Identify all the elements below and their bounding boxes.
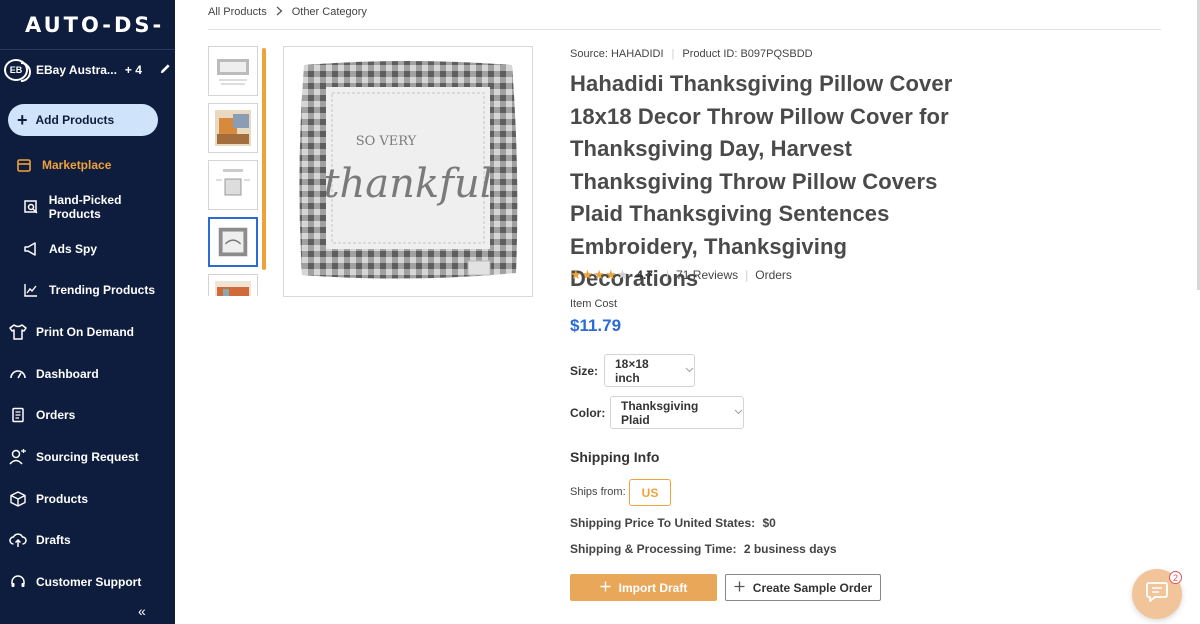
shipping-time: Shipping & Processing Time: 2 business d… — [570, 542, 837, 556]
sidebar-item-label: Sourcing Request — [36, 450, 139, 464]
shipping-time-label: Shipping & Processing Time: — [570, 542, 737, 556]
chevron-right-icon — [276, 5, 283, 19]
product-id: Product ID: B097PQSBDD — [682, 48, 813, 60]
sidebar-item-label: Trending Products — [49, 283, 156, 297]
megaphone-icon — [22, 240, 40, 258]
separator: | — [665, 268, 670, 282]
color-label: Color: — [570, 406, 606, 420]
import-draft-label: Import Draft — [618, 580, 688, 595]
sidebar-item-label: Hand-Picked Products — [48, 193, 122, 221]
store-selector[interactable]: EB EBay Austra... + 4 — [0, 50, 175, 90]
trend-chart-icon — [22, 281, 40, 299]
chat-icon — [1145, 581, 1169, 608]
image-text-small: SO VERY — [356, 134, 417, 149]
thumbnail-scrollbar[interactable] — [262, 48, 266, 270]
size-select[interactable]: 18×18 inch — [604, 354, 695, 387]
sidebar-item-customer-support[interactable]: Customer Support — [0, 567, 175, 597]
plus-icon — [600, 581, 611, 595]
sidebar-item-orders[interactable]: Orders — [0, 400, 175, 430]
ebay-store-icon: EB — [4, 59, 28, 81]
product-title: Hahadidi Thanksgiving Pillow Cover 18x18… — [570, 71, 953, 291]
box-icon — [9, 490, 27, 508]
breadcrumb: All Products Other Category — [208, 5, 367, 19]
store-icon — [15, 156, 33, 174]
image-text-big: thankful — [323, 161, 492, 207]
collapse-sidebar-icon[interactable]: « — [138, 603, 146, 619]
chat-badge: 2 — [1169, 571, 1182, 584]
shipping-info-heading: Shipping Info — [570, 449, 660, 465]
sidebar-item-ads-spy[interactable]: Ads Spy — [0, 234, 175, 264]
chevron-down-icon — [734, 407, 743, 418]
pencil-icon[interactable] — [160, 63, 171, 77]
sidebar-item-print-on-demand[interactable]: Print On Demand — [0, 317, 175, 347]
orders-count: Orders — [755, 268, 792, 282]
sidebar-item-marketplace[interactable]: Marketplace — [0, 150, 175, 180]
separator: | — [671, 48, 675, 60]
star-rating-icon: ★★★★★ — [570, 267, 629, 282]
ships-from-us-button[interactable]: US — [629, 479, 671, 506]
gauge-icon — [9, 365, 27, 383]
import-draft-button[interactable]: Import Draft — [570, 574, 717, 601]
sidebar-item-label: Print On Demand — [36, 325, 135, 339]
size-value: 18×18 inch — [615, 356, 649, 385]
sidebar-item-dashboard[interactable]: Dashboard — [0, 359, 175, 389]
item-price: $11.79 — [570, 316, 622, 335]
create-sample-order-button[interactable]: Create Sample Order — [725, 574, 881, 601]
create-sample-order-label: Create Sample Order — [752, 580, 873, 595]
item-cost-label: Item Cost — [570, 298, 618, 310]
chevron-down-icon — [685, 365, 694, 376]
thumbnail-1[interactable] — [208, 46, 258, 96]
color-value: Thanksgiving Plaid — [621, 398, 699, 427]
breadcrumb-all-products[interactable]: All Products — [208, 6, 267, 18]
hand-picked-icon — [22, 198, 40, 216]
product-source: Source: HAHADIDI — [570, 48, 664, 60]
thumbnail-5[interactable] — [208, 274, 258, 296]
sidebar-item-drafts[interactable]: Drafts — [0, 525, 175, 555]
store-name: EBay Austra... — [36, 63, 117, 77]
sourcing-icon — [9, 448, 27, 466]
thumbnail-list — [208, 46, 260, 296]
thumbnail-4-selected[interactable] — [208, 217, 258, 267]
plus-icon — [734, 581, 745, 595]
reviews-count[interactable]: 71 Reviews — [676, 268, 738, 282]
clipboard-icon — [9, 406, 27, 424]
logo[interactable]: AUTO-DS- — [0, 0, 175, 50]
plus-icon: + — [17, 109, 28, 130]
shipping-price: Shipping Price To United States: $0 — [570, 516, 776, 530]
divider — [208, 29, 1161, 30]
store-count: + 4 — [124, 63, 142, 77]
sidebar-item-products[interactable]: Products — [0, 484, 175, 514]
separator: | — [745, 268, 749, 282]
sidebar-item-hand-picked-products[interactable]: Hand-Picked Products — [0, 192, 175, 222]
color-select[interactable]: Thanksgiving Plaid — [610, 396, 744, 429]
shirt-icon — [9, 323, 27, 341]
cloud-upload-icon — [9, 531, 27, 549]
product-meta: Source: HAHADIDI | Product ID: B097PQSBD… — [570, 48, 813, 60]
shipping-time-value: 2 business days — [743, 542, 837, 556]
shipping-price-label: Shipping Price To United States: — [570, 516, 756, 530]
product-main-image[interactable]: SO VERY thankful — [283, 46, 533, 297]
thumbnail-2[interactable] — [208, 103, 258, 153]
sidebar-item-label: Ads Spy — [49, 242, 98, 256]
headset-icon — [9, 573, 27, 591]
thumbnail-3[interactable] — [208, 160, 258, 210]
ships-from-label: Ships from: — [570, 486, 626, 498]
sidebar-item-label: Dashboard — [36, 367, 99, 381]
add-products-button[interactable]: + Add Products — [8, 104, 158, 136]
sidebar-item-label: Products — [36, 492, 89, 506]
sidebar-item-label: Customer Support — [36, 575, 142, 589]
sidebar-item-sourcing-request[interactable]: Sourcing Request — [0, 442, 175, 472]
sidebar-item-label: Orders — [36, 408, 76, 422]
product-rating: ★★★★★ 4.7 | 71 Reviews | Orders — [570, 267, 792, 283]
breadcrumb-current[interactable]: Other Category — [292, 6, 367, 18]
size-label: Size: — [570, 364, 599, 378]
add-products-label: Add Products — [35, 113, 115, 127]
sidebar-item-label: Drafts — [36, 533, 71, 547]
rating-value: 4.7 — [636, 268, 653, 282]
sidebar-item-trending-products[interactable]: Trending Products — [0, 275, 175, 305]
shipping-price-value: $0 — [762, 516, 776, 530]
sidebar-item-label: Marketplace — [42, 158, 112, 172]
sidebar: AUTO-DS- EB EBay Austra... + 4 + Add Pro… — [0, 0, 175, 624]
